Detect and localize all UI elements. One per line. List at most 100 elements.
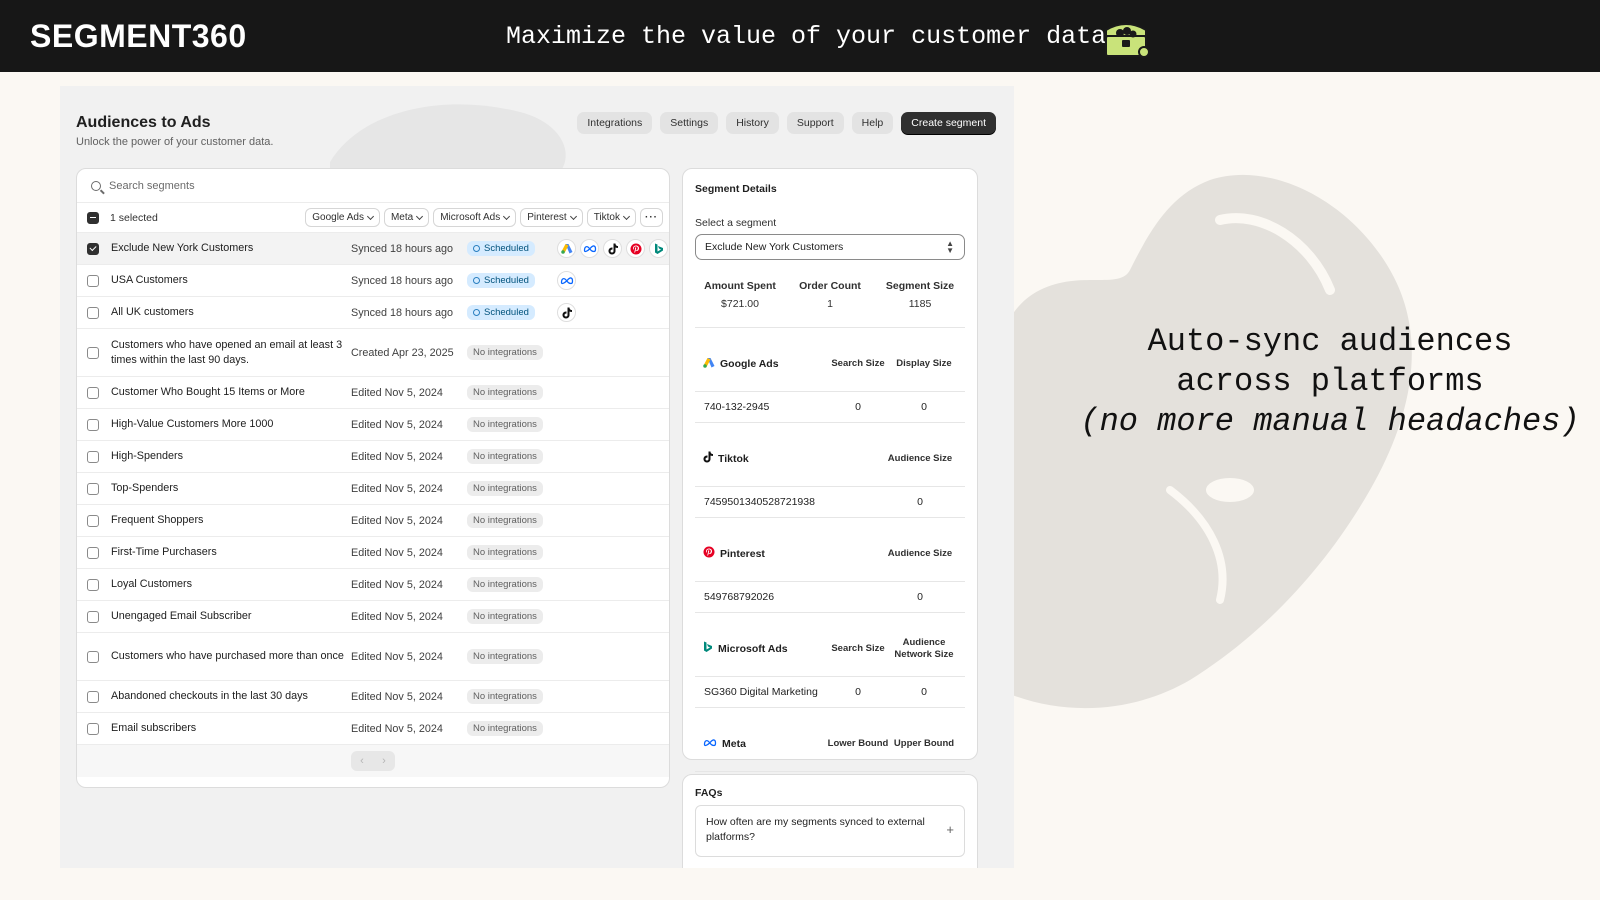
segment-name[interactable]: Customers who have purchased more than o… — [111, 649, 351, 664]
filter-label: Meta — [390, 212, 414, 223]
segment-select[interactable]: Exclude New York Customers ▲ ▼ — [695, 234, 965, 260]
row-checkbox[interactable] — [87, 546, 99, 559]
table-row[interactable]: USA Customers Synced 18 hours ago Schedule… — [77, 265, 669, 297]
table-row[interactable]: First-Time Purchasers Edited Nov 5, 2024 N… — [77, 537, 669, 569]
segment-name[interactable]: First-Time Purchasers — [111, 545, 351, 560]
segment-select-value: Exclude New York Customers — [705, 241, 844, 253]
platform-column-header: Audience Size — [887, 547, 953, 559]
platform-bing-section: Microsoft Ads Search Size Audience Network… — [695, 621, 965, 708]
platform-column-header: Lower Bound — [827, 737, 889, 749]
table-row[interactable]: High-Spenders Edited Nov 5, 2024 No integr… — [77, 441, 669, 473]
segment-name[interactable]: Unengaged Email Subscriber — [111, 609, 351, 624]
more-filters-button[interactable]: ··· — [640, 208, 663, 227]
platform-account-id: 549768792026 — [704, 591, 775, 603]
table-row[interactable]: Customers who have purchased more than o… — [77, 633, 669, 681]
row-checkbox[interactable] — [87, 346, 99, 359]
select-arrows-icon: ▲ ▼ — [946, 239, 954, 255]
support-button[interactable]: Support — [786, 112, 844, 134]
segment-name[interactable]: Exclude New York Customers — [111, 241, 351, 256]
row-checkbox[interactable] — [87, 482, 99, 495]
integrations-button[interactable]: Integrations — [577, 112, 653, 134]
row-checkbox[interactable] — [87, 242, 99, 255]
table-row[interactable]: Customers who have opened an email at le… — [77, 329, 669, 377]
row-checkbox[interactable] — [87, 690, 99, 703]
search-input[interactable]: Search segments — [109, 180, 195, 192]
filter-google-ads[interactable]: Google Ads — [305, 208, 380, 227]
segment-name[interactable]: Frequent Shoppers — [111, 513, 351, 528]
row-checkbox[interactable] — [87, 722, 99, 735]
table-row[interactable]: Frequent Shoppers Edited Nov 5, 2024 No in… — [77, 505, 669, 537]
search-icon — [91, 180, 101, 191]
row-checkbox[interactable] — [87, 514, 99, 527]
expand-icon[interactable]: + — [946, 822, 954, 837]
table-row[interactable]: All UK customers Synced 18 hours ago Sched… — [77, 297, 669, 329]
row-checkbox[interactable] — [87, 418, 99, 431]
platform-column-header: Display Size — [896, 357, 952, 369]
table-row[interactable]: Exclude New York Customers Synced 18 hour… — [77, 233, 669, 265]
table-row[interactable]: Top-Spenders Edited Nov 5, 2024 No integra… — [77, 473, 669, 505]
faq-item[interactable]: How often are my segments synced to exte… — [695, 805, 965, 857]
table-row[interactable]: High-Value Customers More 1000 Edited Nov… — [77, 409, 669, 441]
table-row[interactable]: Abandoned checkouts in the last 30 days E… — [77, 681, 669, 713]
status-badge: No integrations — [467, 345, 543, 360]
filter-tiktok[interactable]: Tiktok — [586, 208, 636, 227]
create-segment-button[interactable]: Create segment — [901, 112, 996, 134]
segment-name[interactable]: High-Spenders — [111, 449, 351, 464]
table-row[interactable]: Unengaged Email Subscriber Edited Nov 5, … — [77, 601, 669, 633]
next-page-button[interactable]: › — [382, 755, 386, 767]
segment-name[interactable]: Email subscribers — [111, 721, 351, 736]
stat-order-count: Order Count 1 — [785, 280, 875, 327]
row-checkbox[interactable] — [87, 650, 99, 663]
table-row[interactable]: Customer Who Bought 15 Items or More Edit… — [77, 377, 669, 409]
stat-label: Order Count — [799, 280, 861, 292]
select-all-checkbox[interactable] — [87, 211, 99, 224]
filter-meta[interactable]: Meta — [383, 208, 430, 227]
segment-name[interactable]: Top-Spenders — [111, 481, 351, 496]
meta-icon — [580, 239, 599, 258]
segment-name[interactable]: All UK customers — [111, 305, 351, 320]
pagination: ‹ › — [77, 745, 669, 777]
history-button[interactable]: History — [726, 112, 779, 134]
platform-name: Microsoft Ads — [718, 642, 788, 655]
segment-status: Edited Nov 5, 2024 — [351, 450, 443, 463]
row-checkbox[interactable] — [87, 274, 99, 287]
status-badge: No integrations — [467, 385, 543, 400]
filter-pinterest[interactable]: Pinterest — [520, 208, 583, 227]
status-badge: No integrations — [467, 481, 543, 496]
integration-icons — [557, 239, 668, 258]
stat-value: 1185 — [908, 298, 932, 310]
meta-icon — [703, 738, 717, 750]
table-row[interactable]: Loyal Customers Edited Nov 5, 2024 No inte… — [77, 569, 669, 601]
platform-filters: Google Ads Meta Microsoft Ads Pinterest … — [305, 208, 663, 227]
help-button[interactable]: Help — [851, 112, 894, 134]
selected-count: 1 selected — [110, 211, 158, 224]
faq-question: How often are my segments synced to exte… — [706, 816, 925, 843]
table-row[interactable]: Email subscribers Edited Nov 5, 2024 No in… — [77, 713, 669, 745]
segment-name[interactable]: Abandoned checkouts in the last 30 days — [111, 689, 351, 704]
segments-list-card: Search segments 1 selected Google Ads Me… — [76, 168, 670, 788]
segment-name[interactable]: Loyal Customers — [111, 577, 351, 592]
segment-name[interactable]: High-Value Customers More 1000 — [111, 417, 351, 432]
bulk-action-row: 1 selected Google Ads Meta Microsoft Ads… — [77, 203, 669, 233]
stat-segment-size: Segment Size 1185 — [875, 280, 965, 327]
settings-button[interactable]: Settings — [660, 112, 719, 134]
search-bar[interactable]: Search segments — [77, 169, 669, 203]
integration-icons — [557, 303, 576, 322]
page-title: Audiences to Ads — [76, 114, 211, 131]
segment-name[interactable]: USA Customers — [111, 273, 351, 288]
hero-headline: Auto-sync audiences across platforms (no… — [1080, 322, 1580, 442]
previous-page-button[interactable]: ‹ — [360, 755, 364, 767]
segment-name[interactable]: Customer Who Bought 15 Items or More — [111, 385, 351, 400]
row-checkbox[interactable] — [87, 578, 99, 591]
status-badge: No integrations — [467, 513, 543, 528]
segment-status: Synced 18 hours ago — [351, 306, 454, 319]
filter-microsoft-ads[interactable]: Microsoft Ads — [433, 208, 517, 227]
row-checkbox[interactable] — [87, 450, 99, 463]
row-checkbox[interactable] — [87, 610, 99, 623]
row-checkbox[interactable] — [87, 306, 99, 319]
row-checkbox[interactable] — [87, 386, 99, 399]
status-badge: No integrations — [467, 577, 543, 592]
segment-name[interactable]: Customers who have opened an email at le… — [111, 338, 351, 368]
status-badge: No integrations — [467, 545, 543, 560]
meta-icon — [557, 271, 576, 290]
